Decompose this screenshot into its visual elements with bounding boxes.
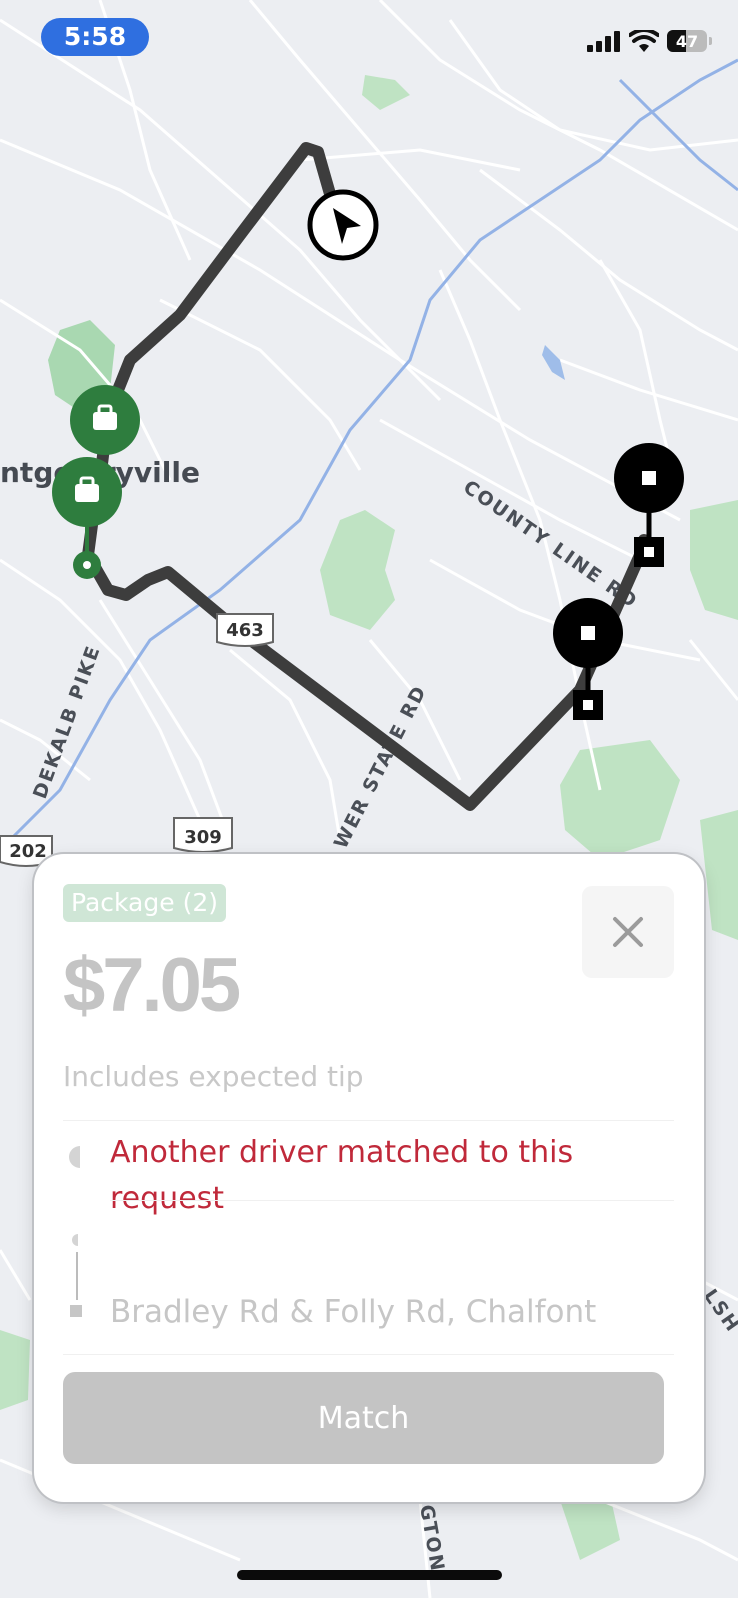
status-time: 5:58 — [41, 18, 149, 56]
navigation-arrow-icon — [307, 189, 379, 261]
close-icon — [613, 917, 643, 947]
status-icons: 47 — [587, 28, 712, 54]
pickup-dot-icon — [69, 1146, 80, 1168]
offer-card: Package (2) $7.05 Includes expected tip … — [34, 854, 704, 1502]
pickup-bag-icon[interactable] — [70, 385, 140, 455]
highway-shield-309: 309 — [173, 817, 233, 853]
svg-text:309: 309 — [184, 827, 222, 848]
close-button[interactable] — [582, 886, 674, 978]
battery-icon: 47 — [667, 30, 707, 52]
tip-note: Includes expected tip — [63, 1060, 364, 1093]
match-alert: Another driver matched to this request — [110, 1135, 574, 1216]
cellular-signal-icon — [587, 31, 620, 52]
home-indicator[interactable] — [237, 1570, 502, 1580]
wifi-icon — [629, 30, 659, 52]
battery-cap — [709, 37, 712, 45]
fare-price: $7.05 — [63, 943, 241, 1028]
svg-text:463: 463 — [226, 620, 264, 641]
dropoff-square-icon — [70, 1305, 82, 1317]
route-connector-icon — [72, 1234, 78, 1300]
match-button[interactable]: Match — [63, 1372, 664, 1464]
divider — [63, 1354, 674, 1355]
dropoff-address: Bradley Rd & Folly Rd, Chalfont — [110, 1294, 597, 1330]
highway-shield-463: 463 — [216, 613, 274, 647]
svg-text:202: 202 — [9, 841, 47, 862]
divider — [110, 1200, 674, 1201]
divider — [63, 1120, 674, 1121]
battery-level: 47 — [675, 31, 699, 51]
package-badge: Package (2) — [63, 884, 226, 922]
